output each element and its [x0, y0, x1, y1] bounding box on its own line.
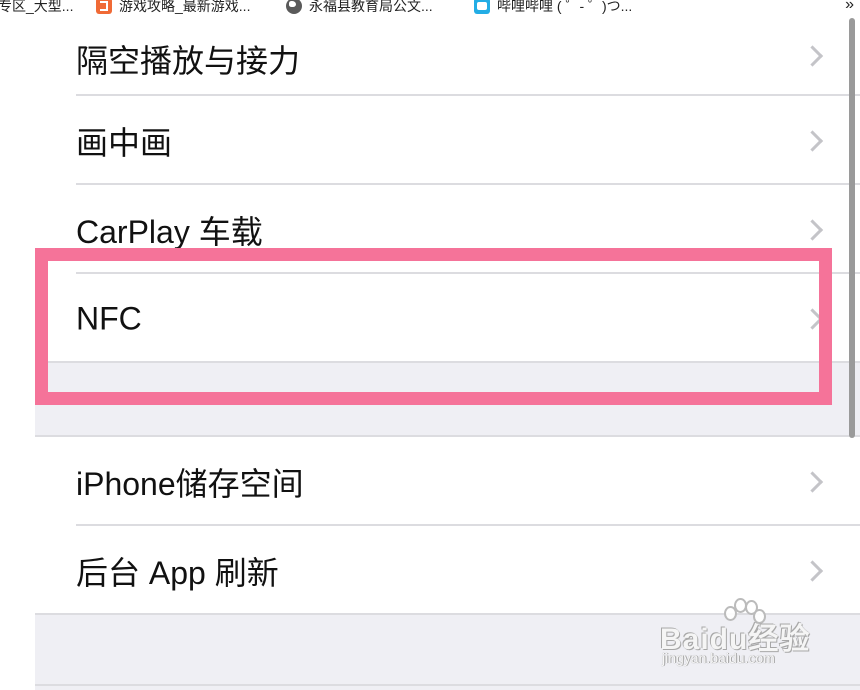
row-separator: [35, 613, 860, 615]
row-label: 隔空播放与接力: [76, 43, 301, 80]
bookmark-item[interactable]: 哔哩哔哩 ( ゜- ゜)つ...: [474, 0, 632, 15]
chevron-right-icon: [801, 45, 824, 67]
bookmarks-overflow-button[interactable]: »: [845, 0, 854, 14]
bookmark-label: 哔哩哔哩 ( ゜- ゜)つ...: [497, 0, 633, 14]
settings-row-airplay-handoff[interactable]: 隔空播放与接力: [35, 16, 860, 96]
row-label: CarPlay 车载: [76, 213, 263, 250]
bookmark-label: 永福县教育局公文...: [309, 0, 433, 14]
bookmark-label: 游戏攻略_最新游戏...: [119, 0, 251, 14]
chevron-right-icon: [801, 470, 824, 493]
group-divider: [35, 684, 860, 686]
row-label: 后台 App 刷新: [76, 554, 279, 591]
bookmark-label: 专区_大型...: [0, 0, 74, 14]
chevron-right-icon: [801, 559, 824, 582]
bookmarks-bar: 专区_大型... 游戏攻略_最新游戏... 永福县教育局公文... 哔哩哔哩 (…: [0, 0, 860, 16]
bookmark-item[interactable]: 永福县教育局公文...: [286, 0, 433, 15]
globe-icon: [286, 0, 302, 14]
bilibili-icon: [474, 0, 490, 14]
settings-row-picture-in-picture[interactable]: 画中画: [35, 96, 860, 185]
settings-row-background-app-refresh[interactable]: 后台 App 刷新: [35, 526, 860, 615]
row-label: 画中画: [76, 124, 173, 161]
row-label: iPhone储存空间: [76, 465, 304, 502]
settings-row-iphone-storage[interactable]: iPhone储存空间: [35, 437, 860, 526]
orange-s-icon: [96, 0, 112, 14]
highlight-box: [35, 248, 832, 405]
chevron-right-icon: [801, 129, 824, 152]
chevron-right-icon: [801, 218, 824, 241]
scroll-indicator[interactable]: [849, 18, 855, 438]
bookmark-item[interactable]: 专区_大型...: [0, 0, 73, 15]
bookmark-item[interactable]: 游戏攻略_最新游戏...: [96, 0, 250, 15]
